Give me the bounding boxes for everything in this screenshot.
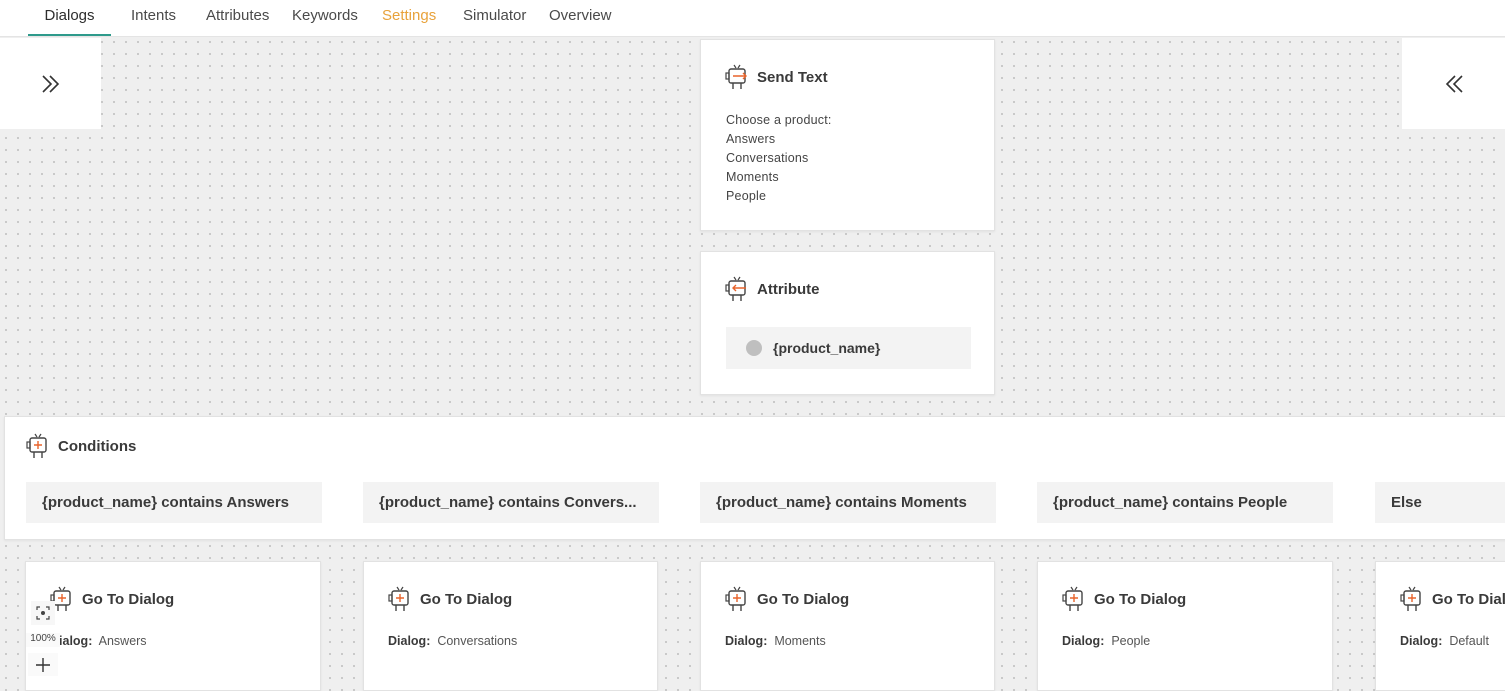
goto-dialog-card-conversations[interactable]: Go To Dialog Dialog: Conversations [363, 561, 658, 691]
zoom-in-button[interactable] [28, 653, 58, 676]
goto-dialog-title: Go To Dialog [757, 590, 850, 608]
bot-goto-icon [725, 586, 746, 611]
status-dot [746, 340, 762, 356]
condition-conversations[interactable]: {product_name} contains Convers... [363, 482, 659, 523]
tab-keywords[interactable]: Keywords [292, 0, 358, 34]
conditions-title: Conditions [58, 437, 137, 455]
message-line: Moments [726, 170, 779, 184]
tab-attributes[interactable]: Attributes [206, 0, 269, 34]
expand-left-panel-button[interactable] [0, 38, 101, 129]
zoom-level: 100% [26, 633, 60, 647]
bot-attribute-icon [725, 276, 746, 301]
attribute-card[interactable]: Attribute {product_name} [700, 251, 995, 395]
bot-goto-icon [388, 586, 409, 611]
send-text-title: Send Text [757, 68, 828, 86]
bot-send-icon [725, 64, 747, 89]
condition-answers[interactable]: {product_name} contains Answers [26, 482, 322, 523]
message-line: Answers [726, 132, 776, 146]
double-chevron-left-icon [1445, 74, 1463, 93]
double-chevron-right-icon [41, 74, 59, 93]
tab-intents[interactable]: Intents [131, 0, 176, 34]
dialog-value: People [1111, 634, 1151, 648]
top-navigation: Dialogs Intents Attributes Keywords Sett… [0, 0, 1505, 37]
plus-icon [36, 657, 50, 672]
dialog-key: Dialog: [1400, 634, 1443, 648]
condition-else[interactable]: Else [1375, 482, 1505, 523]
expand-right-panel-button[interactable] [1402, 38, 1505, 129]
message-line: People [726, 189, 767, 203]
dialog-value: Default [1449, 634, 1489, 648]
bot-goto-icon [1400, 586, 1421, 611]
tab-settings[interactable]: Settings [382, 0, 436, 34]
goto-dialog-title: Go To Dialo [1432, 590, 1505, 608]
send-text-card[interactable]: Send Text Choose a product: Answers Conv… [700, 39, 995, 231]
goto-dialog-target: Dialog: Answers [50, 634, 147, 648]
fit-to-screen-button[interactable] [31, 601, 55, 625]
condition-people[interactable]: {product_name} contains People [1037, 482, 1333, 523]
goto-dialog-title: Go To Dialog [82, 590, 175, 608]
goto-dialog-target: Dialog: Conversations [388, 634, 517, 648]
goto-dialog-title: Go To Dialog [1094, 590, 1187, 608]
dialog-value: Conversations [437, 634, 518, 648]
attribute-value: {product_name} [773, 340, 881, 356]
dialog-key: Dialog: [1062, 634, 1105, 648]
goto-dialog-card-answers[interactable]: Go To Dialog Dialog: Answers [25, 561, 321, 691]
goto-dialog-target: Dialog: Moments [725, 634, 826, 648]
attribute-value-chip[interactable]: {product_name} [726, 327, 971, 369]
conditions-card[interactable]: Conditions {product_name} contains Answe… [4, 416, 1505, 540]
fit-screen-icon [36, 606, 50, 620]
send-text-message: Choose a product: Answers Conversations … [726, 111, 832, 206]
goto-dialog-card-people[interactable]: Go To Dialog Dialog: People [1037, 561, 1333, 691]
attribute-title: Attribute [757, 280, 820, 298]
dialog-value: Answers [98, 634, 147, 648]
bot-goto-icon [1062, 586, 1083, 611]
tab-dialogs[interactable]: Dialogs [28, 0, 111, 36]
condition-moments[interactable]: {product_name} contains Moments [700, 482, 996, 523]
goto-dialog-card-moments[interactable]: Go To Dialog Dialog: Moments [700, 561, 995, 691]
goto-dialog-target: Dialog: Default [1400, 634, 1489, 648]
goto-dialog-title: Go To Dialog [420, 590, 513, 608]
goto-dialog-card-default[interactable]: Go To Dialo Dialog: Default [1375, 561, 1505, 691]
dialog-key: Dialog: [725, 634, 768, 648]
tab-overview[interactable]: Overview [549, 0, 612, 34]
dialog-value: Moments [774, 634, 826, 648]
goto-dialog-target: Dialog: People [1062, 634, 1150, 648]
dialog-key: Dialog: [388, 634, 431, 648]
message-line: Choose a product: [726, 113, 832, 127]
bot-conditions-icon [26, 433, 47, 458]
tab-simulator[interactable]: Simulator [463, 0, 526, 34]
message-line: Conversations [726, 151, 809, 165]
